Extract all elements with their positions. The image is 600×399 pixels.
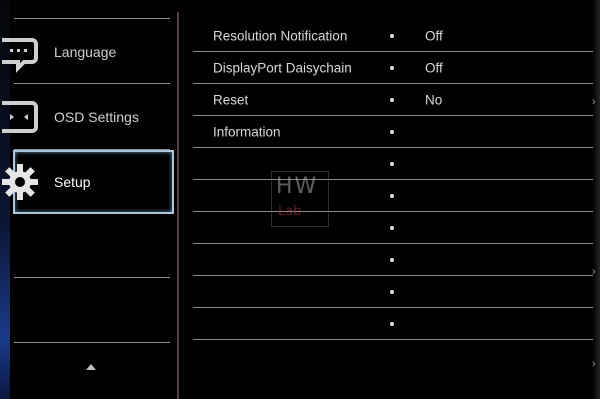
sidebar-item-label: Setup xyxy=(54,174,91,190)
osd-sidebar: Language OSD Settings Setup xyxy=(0,0,178,399)
bullet-icon xyxy=(390,162,394,166)
option-row-empty xyxy=(193,180,593,212)
bullet-icon xyxy=(390,226,394,230)
sidebar-item-language[interactable]: Language xyxy=(0,24,178,80)
option-row-displayport-daisychain[interactable]: DisplayPort Daisychain Off xyxy=(193,52,593,84)
bullet-icon xyxy=(390,66,394,70)
option-name: Reset xyxy=(213,92,249,108)
setup-gear-icon xyxy=(2,164,38,200)
right-bezel-edge xyxy=(592,0,600,399)
option-row-empty xyxy=(193,308,593,340)
bullet-icon xyxy=(390,290,394,294)
option-name: Information xyxy=(213,124,281,140)
watermark-main-text: HW xyxy=(276,174,319,199)
bullet-icon xyxy=(390,34,394,38)
bullet-icon xyxy=(390,130,394,134)
scroll-up-arrow-icon[interactable] xyxy=(86,364,96,370)
option-row-resolution-notification[interactable]: Resolution Notification Off xyxy=(193,20,593,52)
option-row-empty xyxy=(193,212,593,244)
bullet-icon xyxy=(390,322,394,326)
option-value: No xyxy=(425,92,443,108)
option-row-empty xyxy=(193,276,593,308)
option-value: Off xyxy=(425,60,443,76)
option-row-reset[interactable]: Reset No xyxy=(193,84,593,116)
setup-options-panel: Resolution Notification Off DisplayPort … xyxy=(193,16,593,346)
option-value: Off xyxy=(425,28,443,44)
edge-glyph-icon: › xyxy=(592,266,596,278)
sidebar-divider xyxy=(14,83,170,84)
sidebar-item-label: OSD Settings xyxy=(54,109,139,125)
option-row-empty xyxy=(193,244,593,276)
sidebar-divider xyxy=(14,342,170,343)
option-row-information[interactable]: Information xyxy=(193,116,593,148)
bullet-icon xyxy=(390,98,394,102)
sidebar-divider xyxy=(14,277,170,278)
sidebar-divider xyxy=(14,18,170,19)
row-divider xyxy=(193,339,593,340)
watermark-logo: HW Lab xyxy=(271,171,329,227)
sidebar-item-setup[interactable]: Setup xyxy=(0,154,178,210)
edge-glyph-icon: › xyxy=(592,96,596,108)
bullet-icon xyxy=(390,258,394,262)
option-row-empty xyxy=(193,148,593,180)
option-name: DisplayPort Daisychain xyxy=(213,60,352,76)
option-name: Resolution Notification xyxy=(213,28,348,44)
panel-divider xyxy=(177,12,179,399)
sidebar-item-osd-settings[interactable]: OSD Settings xyxy=(0,89,178,145)
language-icon xyxy=(2,38,38,73)
edge-glyph-icon: › xyxy=(592,358,596,370)
bullet-icon xyxy=(390,194,394,198)
sidebar-item-label: Language xyxy=(54,44,117,60)
watermark-sub-text: Lab xyxy=(278,204,302,219)
osd-settings-icon xyxy=(2,101,38,133)
